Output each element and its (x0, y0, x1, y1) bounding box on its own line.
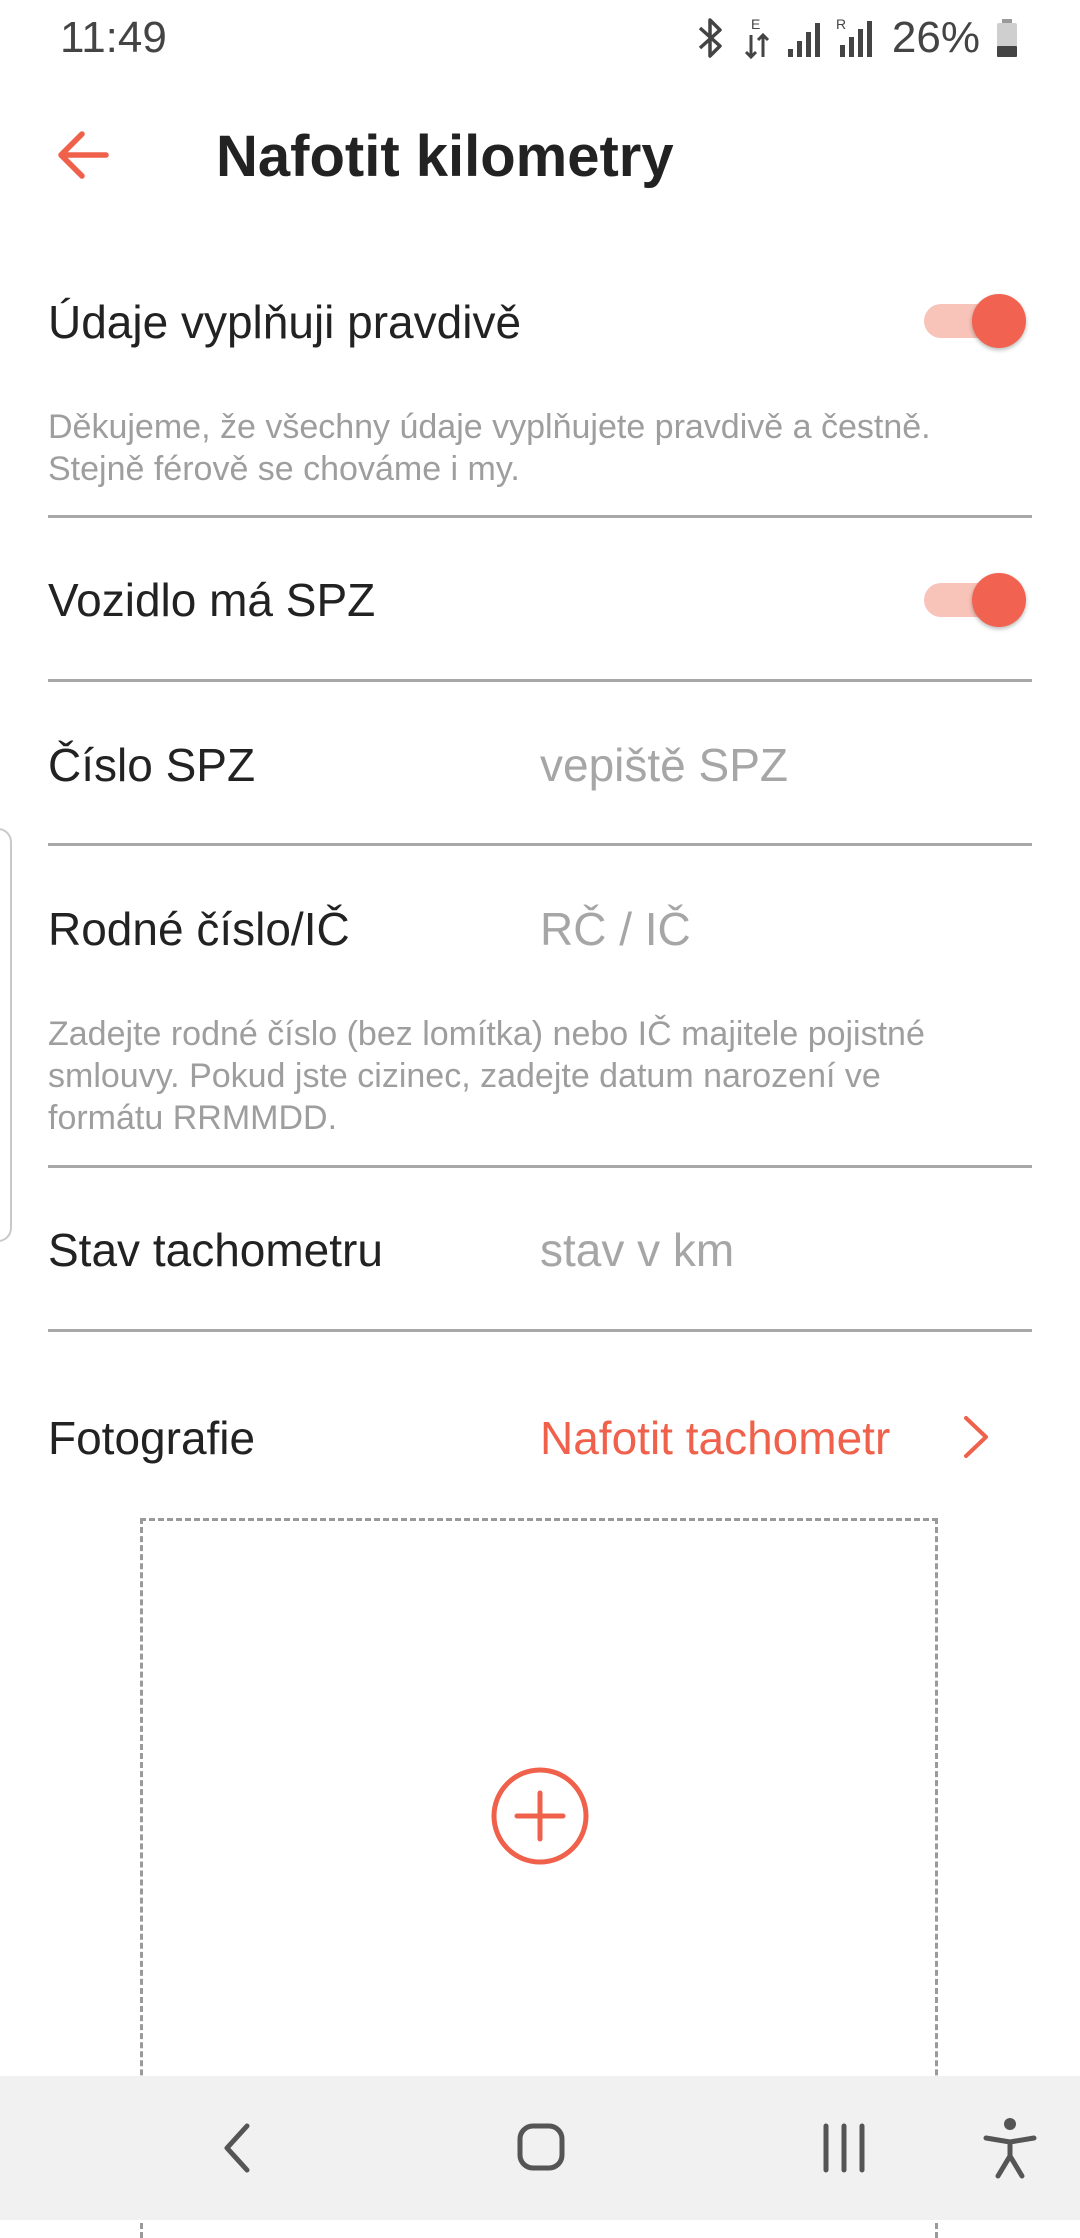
battery-icon (994, 15, 1020, 61)
bluetooth-icon (694, 15, 728, 61)
has-plate-toggle[interactable] (920, 569, 1026, 629)
data-transfer-icon: E (742, 15, 772, 61)
svg-text:E: E (751, 16, 760, 32)
status-time: 11:49 (60, 13, 167, 62)
divider (48, 1329, 1032, 1332)
status-icons: E R 26% (694, 10, 1020, 66)
toggle-thumb (972, 294, 1026, 348)
truthful-help: Děkujeme, že všechny údaje vyplňujete pr… (48, 406, 1008, 490)
divider (48, 679, 1032, 682)
odometer-input[interactable]: stav v km (540, 1222, 734, 1278)
birth-number-label: Rodné číslo/IČ (48, 903, 350, 955)
divider (48, 843, 1032, 846)
has-plate-label: Vozidlo má SPZ (48, 574, 376, 626)
back-arrow-icon[interactable] (50, 120, 120, 190)
birth-number-input[interactable]: RČ / IČ (540, 901, 691, 957)
odometer-label: Stav tachometru (48, 1224, 383, 1276)
truthful-label: Údaje vyplňuji pravdivě (48, 296, 522, 348)
help-line: formátu RRMMDD. (48, 1099, 338, 1137)
help-line: smlouvy. Pokud jste cizinec, zadejte dat… (48, 1057, 881, 1095)
birth-number-help: Zadejte rodné číslo (bez lomítka) nebo I… (48, 1013, 1008, 1139)
svg-text:R: R (836, 16, 846, 32)
plate-number-input[interactable]: vepiště SPZ (540, 737, 788, 793)
divider (48, 515, 1032, 518)
help-line: Zadejte rodné číslo (bez lomítka) nebo I… (48, 1015, 925, 1053)
chevron-right-icon[interactable] (958, 1414, 994, 1460)
accessibility-icon[interactable] (970, 2112, 1050, 2184)
edge-panel-handle[interactable] (0, 828, 12, 1242)
truthful-toggle[interactable] (920, 290, 1026, 350)
signal-icon (786, 15, 822, 61)
take-photo-link[interactable]: Nafotit tachometr (540, 1410, 890, 1466)
help-line: Stejně férově se chováme i my. (48, 450, 520, 488)
recents-icon[interactable] (804, 2112, 884, 2184)
plate-number-label: Číslo SPZ (48, 739, 256, 791)
photo-label: Fotografie (48, 1412, 256, 1464)
add-circle-icon[interactable] (490, 1766, 590, 1866)
signal-roaming-icon: R (836, 15, 878, 61)
home-icon[interactable] (500, 2112, 580, 2184)
help-line: Děkujeme, že všechny údaje vyplňujete pr… (48, 408, 931, 446)
toggle-thumb (972, 573, 1026, 627)
battery-percent: 26% (891, 13, 980, 62)
divider (48, 1165, 1032, 1168)
back-icon[interactable] (199, 2112, 279, 2184)
page-title: Nafotit kilometry (216, 124, 674, 189)
